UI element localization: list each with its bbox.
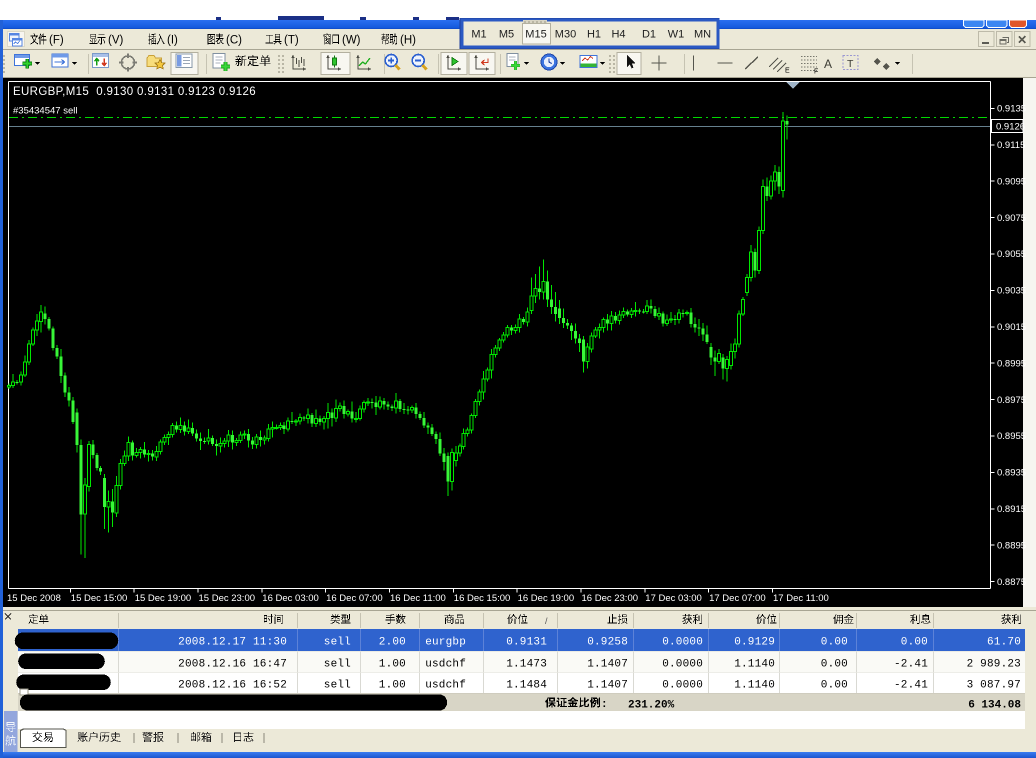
svg-text:(W): (W)	[342, 35, 361, 47]
svg-text:usdchf: usdchf	[425, 659, 466, 671]
svg-text:15 Dec 19:00: 15 Dec 19:00	[135, 593, 192, 604]
svg-text:0.8875: 0.8875	[997, 577, 1026, 588]
svg-text:3 087.97: 3 087.97	[967, 680, 1021, 692]
svg-text:0.8895: 0.8895	[997, 540, 1026, 551]
svg-text:A: A	[824, 57, 832, 71]
svg-text:0.8955: 0.8955	[997, 431, 1026, 442]
svg-text:usdchf: usdchf	[425, 680, 466, 692]
svg-text:0.9075: 0.9075	[997, 213, 1026, 224]
svg-text:0.9129: 0.9129	[734, 637, 775, 649]
svg-text:1.1484: 1.1484	[506, 680, 547, 692]
svg-text:H1: H1	[587, 29, 601, 41]
svg-text:2008.12.16 16:52: 2008.12.16 16:52	[178, 680, 287, 692]
svg-text:M30: M30	[555, 29, 576, 41]
svg-text:1.1407: 1.1407	[587, 680, 628, 692]
svg-text:0.9126: 0.9126	[996, 122, 1025, 133]
svg-text:6 134.08: 6 134.08	[968, 700, 1021, 712]
svg-text:M5: M5	[499, 29, 514, 41]
svg-text:2.00: 2.00	[379, 637, 406, 649]
svg-text:sell: sell	[324, 659, 351, 671]
svg-text:0.8935: 0.8935	[997, 468, 1026, 479]
svg-text:1.1473: 1.1473	[506, 659, 547, 671]
svg-text:15 Dec 2008: 15 Dec 2008	[7, 593, 61, 604]
svg-text:D1: D1	[642, 29, 656, 41]
svg-text:0.0000: 0.0000	[662, 637, 703, 649]
svg-text:(I): (I)	[167, 35, 178, 47]
svg-text:0.9135: 0.9135	[997, 104, 1026, 115]
svg-text:(C): (C)	[226, 35, 242, 47]
svg-text:0.9035: 0.9035	[997, 286, 1026, 297]
svg-text:W1: W1	[668, 29, 685, 41]
svg-text:16 Dec 15:00: 16 Dec 15:00	[454, 593, 511, 604]
svg-text:2 989.23: 2 989.23	[967, 659, 1021, 671]
svg-text:16 Dec 03:00: 16 Dec 03:00	[262, 593, 319, 604]
svg-text:T: T	[847, 58, 854, 70]
svg-text:0.9015: 0.9015	[997, 322, 1026, 333]
svg-text:1.1140: 1.1140	[734, 680, 775, 692]
svg-text:MN: MN	[694, 29, 711, 41]
svg-text:#35434547 sell: #35434547 sell	[13, 106, 77, 117]
svg-text:0.0000: 0.0000	[662, 659, 703, 671]
svg-text:EURGBP,M15 0.9130 0.9131 0.91: EURGBP,M15 0.9130 0.9131 0.9123 0.9126	[13, 86, 256, 98]
svg-text:0.00: 0.00	[901, 637, 928, 649]
svg-text:sell: sell	[324, 680, 351, 692]
svg-text:0.9258: 0.9258	[587, 637, 628, 649]
svg-text:H4: H4	[611, 29, 625, 41]
svg-text:eurgbp: eurgbp	[425, 637, 466, 649]
svg-text:-2.41: -2.41	[894, 659, 928, 671]
svg-text:16 Dec 19:00: 16 Dec 19:00	[518, 593, 575, 604]
svg-text:16 Dec 11:00: 16 Dec 11:00	[390, 593, 446, 604]
svg-text:-2.41: -2.41	[894, 680, 928, 692]
svg-text:0.9131: 0.9131	[506, 637, 547, 649]
svg-text:17 Dec 11:00: 17 Dec 11:00	[773, 593, 829, 604]
svg-text:0.8915: 0.8915	[997, 504, 1026, 515]
svg-text:0.8995: 0.8995	[997, 358, 1026, 369]
svg-text:M1: M1	[471, 29, 486, 41]
svg-text:16 Dec 23:00: 16 Dec 23:00	[582, 593, 639, 604]
svg-text:0.9095: 0.9095	[997, 176, 1026, 187]
svg-text:0.00: 0.00	[821, 680, 848, 692]
svg-text:231.20%: 231.20%	[628, 700, 675, 712]
svg-text:0.9115: 0.9115	[997, 140, 1025, 151]
svg-text::: :	[601, 699, 608, 711]
svg-text:2008.12.17 11:30: 2008.12.17 11:30	[178, 637, 287, 649]
svg-text:M15: M15	[525, 29, 546, 41]
svg-text:15 Dec 23:00: 15 Dec 23:00	[199, 593, 256, 604]
svg-text:sell: sell	[324, 637, 351, 649]
svg-text:F: F	[814, 69, 818, 76]
svg-text:16 Dec 07:00: 16 Dec 07:00	[326, 593, 383, 604]
svg-text:E: E	[785, 68, 790, 75]
svg-text:1.1407: 1.1407	[587, 659, 628, 671]
svg-text:2008.12.16 16:47: 2008.12.16 16:47	[178, 659, 287, 671]
svg-text:0.9055: 0.9055	[997, 249, 1026, 260]
svg-text:17 Dec 07:00: 17 Dec 07:00	[709, 593, 766, 604]
svg-text:(T): (T)	[284, 35, 299, 47]
svg-text:0.0000: 0.0000	[662, 680, 703, 692]
svg-text:(H): (H)	[400, 35, 416, 47]
svg-text:1.00: 1.00	[379, 659, 406, 671]
svg-text:0.00: 0.00	[821, 659, 848, 671]
svg-text:(F): (F)	[49, 35, 64, 47]
svg-text:61.70: 61.70	[987, 637, 1021, 649]
svg-text:0.00: 0.00	[821, 637, 848, 649]
svg-text:15 Dec 15:00: 15 Dec 15:00	[71, 593, 128, 604]
svg-text:17 Dec 03:00: 17 Dec 03:00	[645, 593, 702, 604]
svg-text:(V): (V)	[108, 35, 124, 47]
svg-text:0.8975: 0.8975	[997, 395, 1026, 406]
svg-text:1.1140: 1.1140	[734, 659, 775, 671]
svg-text:1.00: 1.00	[379, 680, 406, 692]
